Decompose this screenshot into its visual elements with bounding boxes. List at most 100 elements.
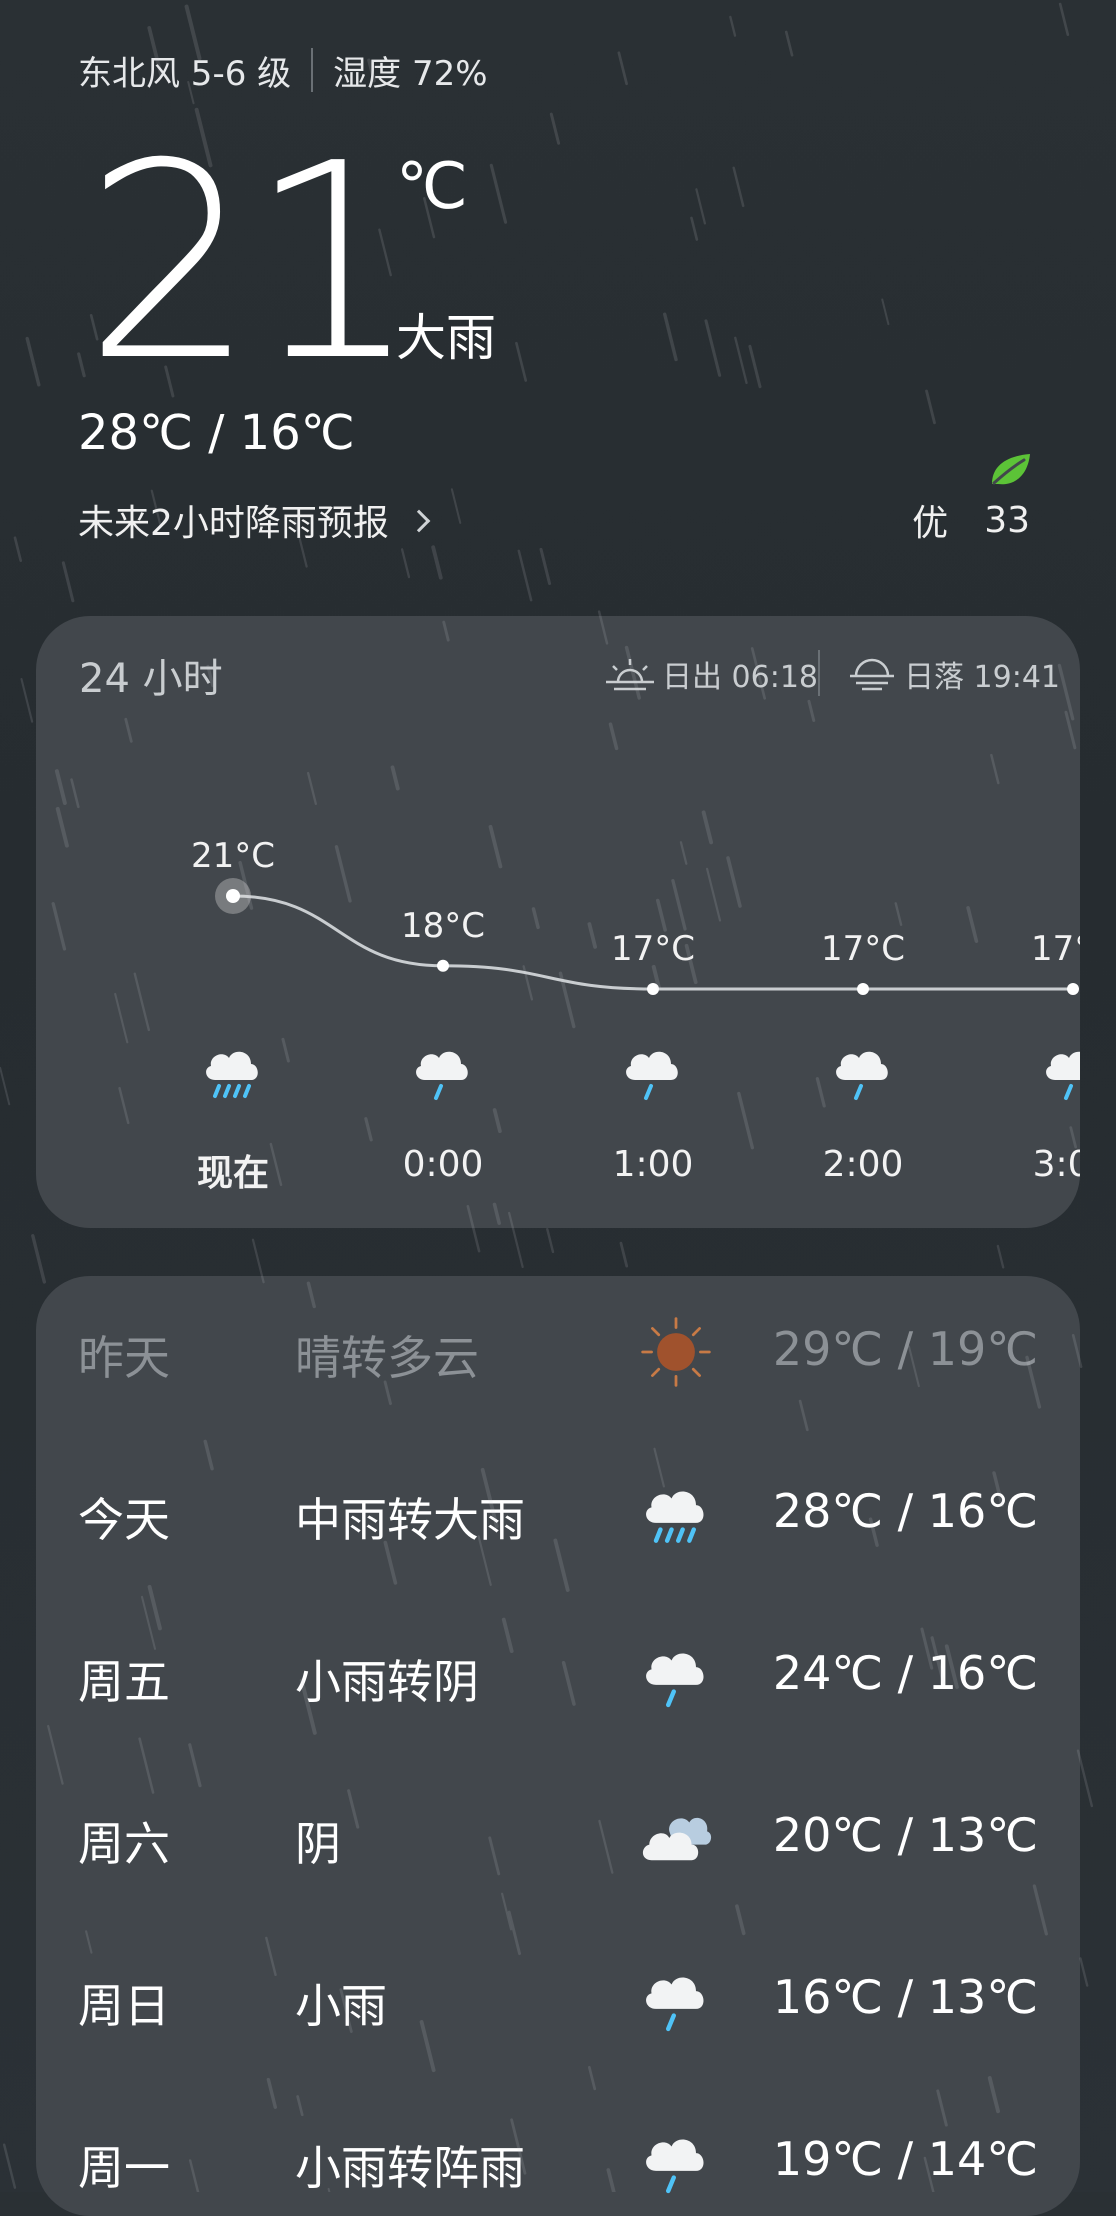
aqi-value: 33: [984, 499, 1030, 541]
rain-streak: [61, 561, 75, 603]
chevron-right-icon: [407, 509, 431, 533]
hour-temperature: 18°C: [400, 905, 485, 946]
rain-streak: [31, 1234, 47, 1284]
day-condition: 小雨: [295, 1979, 387, 2033]
rain-streak: [431, 545, 443, 580]
rain-streak: [663, 312, 678, 362]
rain-streak: [695, 188, 707, 225]
daily-row[interactable]: 周六 阴 20℃ / 13℃: [36, 1798, 1080, 1878]
rain-streak: [619, 1241, 629, 1268]
hour-time: 2:00: [822, 1144, 904, 1185]
rain-forecast-link[interactable]: 未来2小时降雨预报: [78, 494, 431, 546]
humidity-info: 湿度 72%: [333, 53, 488, 94]
hour-temperature: 17°C: [610, 929, 695, 969]
divider: [311, 48, 314, 92]
day-temperature-range: 16℃ / 13℃: [772, 1970, 1038, 2024]
day-name: 今天: [78, 1493, 170, 1547]
rain-streak: [1079, 1957, 1089, 1987]
daily-row[interactable]: 今天 中雨转大雨 28℃ / 16℃: [36, 1474, 1080, 1554]
light-rain-icon: [553, 1036, 753, 1112]
rain-streak: [784, 30, 794, 57]
current-condition: 大雨: [396, 309, 496, 367]
aqi-label: 优: [912, 503, 949, 544]
rain-streak: [732, 166, 745, 208]
rain-streak: [25, 336, 41, 387]
daily-row[interactable]: 周一 小雨转阵雨 19℃ / 14℃: [36, 2122, 1080, 2202]
rain-streak: [515, 341, 528, 382]
rain-streak: [450, 488, 462, 524]
hour-temperature: 21°C: [190, 836, 275, 876]
day-condition: 小雨转阴: [295, 1655, 479, 1709]
rain-streak: [549, 112, 561, 145]
day-temperature-range: 20℃ / 13℃: [772, 1808, 1038, 1862]
current-temperature: 21: [84, 105, 420, 420]
hourly-forecast-card[interactable]: 24 小时 日出 06:18 日落 19:41 21°C 现在 18°C 0:00 17…: [36, 616, 1080, 1228]
light-rain-icon: [636, 1960, 716, 2040]
rain-streak: [2, 2143, 17, 2189]
hour-time: 现在: [196, 1153, 269, 1194]
rain-forecast-label: 未来2小时降雨预报: [78, 503, 389, 544]
today-temperature-range: 28℃ / 16℃: [78, 405, 355, 461]
air-quality[interactable]: 优 33: [912, 494, 1030, 546]
heavy-rain-icon: [636, 1474, 716, 1554]
heavy-rain-icon: [133, 1036, 333, 1112]
rain-streak: [539, 547, 552, 585]
rain-streak: [617, 51, 628, 86]
rain-streak: [20, 678, 34, 723]
temperature-point: [647, 983, 659, 995]
rain-streak: [1076, 1749, 1094, 1808]
hour-time: 1:00: [612, 1144, 694, 1185]
rain-streak: [748, 344, 762, 389]
light-rain-icon: [636, 2122, 716, 2202]
daily-row[interactable]: 周日 小雨 16℃ / 13℃: [36, 1960, 1080, 2040]
day-name: 周五: [78, 1655, 170, 1709]
wind-humidity-line: 东北风 5-6 级 湿度 72%: [78, 42, 488, 98]
rain-streak: [881, 298, 890, 326]
day-temperature-range: 29℃ / 19℃: [772, 1322, 1038, 1376]
hour-temperature: 17°C: [820, 929, 905, 969]
day-temperature-range: 28℃ / 16℃: [772, 1484, 1038, 1538]
wind-info: 东北风 5-6 级: [78, 53, 292, 94]
rain-streak: [996, 1244, 1005, 1269]
rain-streak: [704, 319, 722, 377]
rain-streak: [400, 548, 411, 579]
temperature-curve: [215, 878, 1079, 995]
rain-streak: [690, 216, 699, 241]
leaf-icon: [992, 454, 1030, 485]
light-rain-icon: [343, 1036, 543, 1112]
rain-streak: [13, 536, 23, 562]
hour-time: 3:00: [1032, 1144, 1080, 1185]
rain-streak: [734, 336, 748, 385]
rain-streak: [546, 1228, 555, 1254]
temperature-point: [1067, 983, 1079, 995]
day-name: 昨天: [78, 1331, 170, 1385]
hour-time: 0:00: [402, 1144, 484, 1185]
light-rain-icon: [973, 1036, 1080, 1112]
rain-streak: [925, 389, 936, 425]
temperature-point: [226, 889, 240, 903]
temperature-unit: ℃: [396, 150, 468, 224]
temperature-point: [857, 983, 869, 995]
sun-icon: [636, 1312, 716, 1392]
day-name: 周日: [78, 1979, 170, 2033]
daily-row[interactable]: 昨天 晴转多云 29℃ / 19℃: [36, 1312, 1080, 1392]
rain-streak: [517, 549, 533, 602]
day-condition: 中雨转大雨: [295, 1493, 525, 1547]
day-condition: 阴: [295, 1817, 341, 1871]
light-rain-icon: [763, 1036, 963, 1112]
rain-streak: [1058, 2, 1070, 36]
overcast-icon: [636, 1798, 716, 1878]
daily-forecast-card: 昨天 晴转多云 29℃ / 19℃ 今天 中雨转大雨 28℃ / 16℃ 周五 小雨转阴 24℃…: [36, 1276, 1080, 2216]
day-name: 周一: [78, 2141, 170, 2195]
light-rain-icon: [636, 1636, 716, 1716]
rain-streak: [0, 1066, 11, 1106]
rain-streak: [729, 15, 737, 37]
hour-temperature: 17°C: [1030, 929, 1080, 969]
day-name: 周六: [78, 1817, 170, 1871]
temperature-point: [437, 959, 449, 972]
daily-row[interactable]: 周五 小雨转阴 24℃ / 16℃: [36, 1636, 1080, 1716]
day-temperature-range: 24℃ / 16℃: [772, 1646, 1038, 1700]
day-condition: 小雨转阵雨: [295, 2141, 525, 2195]
day-temperature-range: 19℃ / 14℃: [772, 2132, 1038, 2186]
rain-streak: [489, 163, 508, 224]
